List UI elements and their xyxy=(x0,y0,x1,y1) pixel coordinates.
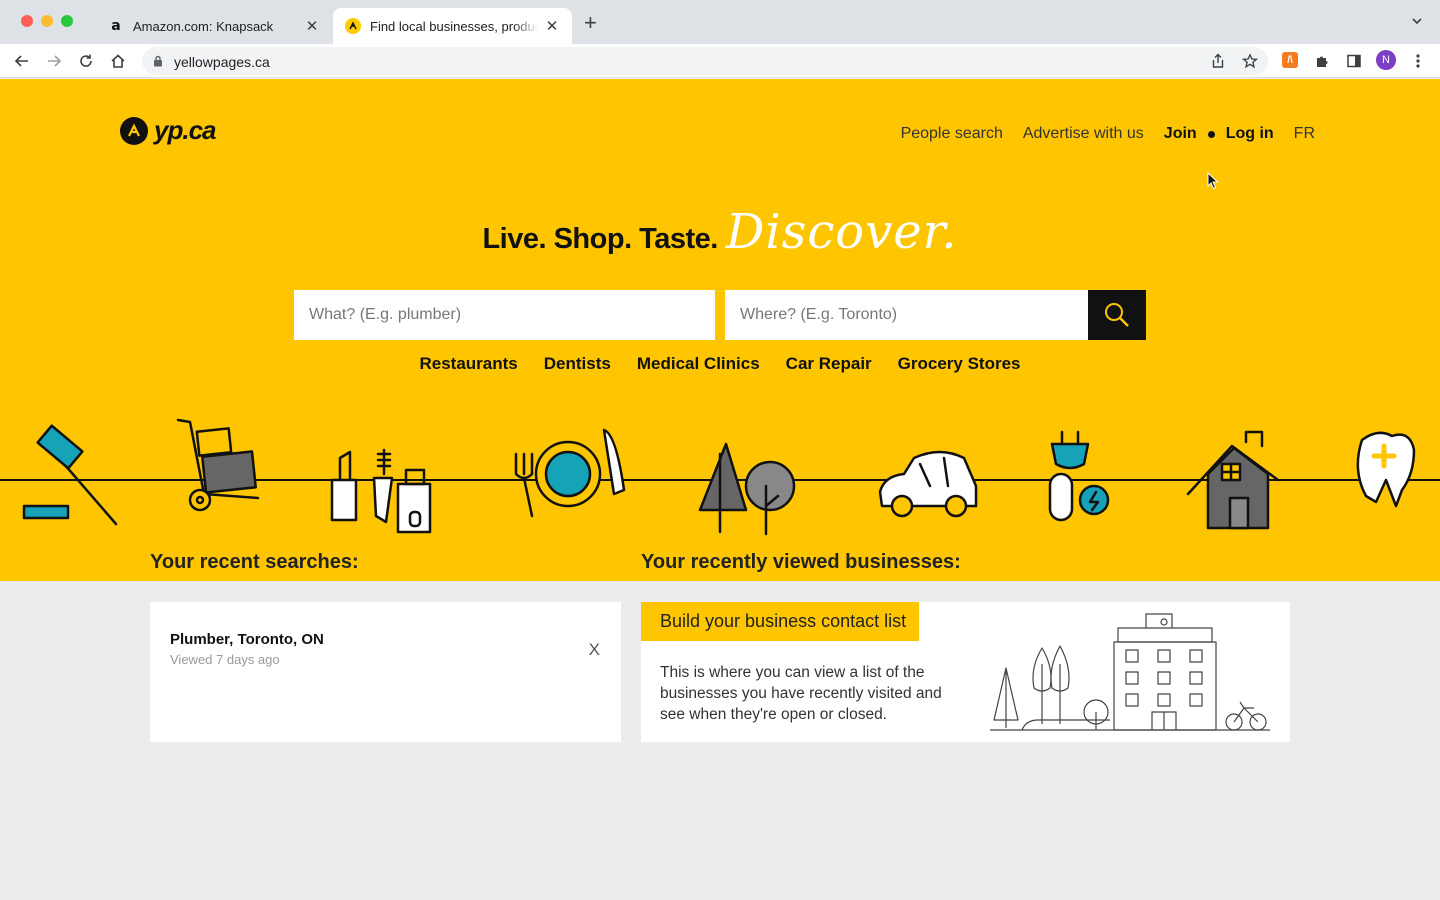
logo-text: yp.ca xyxy=(154,115,216,145)
recent-businesses-title: Your recently viewed businesses: xyxy=(641,551,961,573)
recent-search-card[interactable]: Plumber, Toronto, ON Viewed 7 days ago X xyxy=(150,602,621,742)
tab-amazon[interactable]: a Amazon.com: Knapsack ✕ xyxy=(96,8,332,44)
reload-icon[interactable] xyxy=(76,51,96,71)
remove-search-button[interactable]: X xyxy=(589,640,600,660)
hero-tagline: Live. Shop. Taste. Discover. xyxy=(0,204,1440,260)
power-plug-icon xyxy=(1048,430,1110,522)
login-link[interactable]: Log in xyxy=(1226,125,1274,143)
category-medical-clinics[interactable]: Medical Clinics xyxy=(637,354,760,374)
yp-arrow-icon xyxy=(120,116,148,145)
where-search-input[interactable] xyxy=(725,290,1088,340)
tagline-script: Discover. xyxy=(725,204,958,260)
back-arrow-icon[interactable] xyxy=(12,51,32,71)
yp-logo[interactable]: yp.ca xyxy=(120,115,216,146)
browser-menu-icon[interactable] xyxy=(1408,51,1428,71)
category-car-repair[interactable]: Car Repair xyxy=(786,354,872,374)
category-dentists[interactable]: Dentists xyxy=(544,354,611,374)
recent-search-viewed: Viewed 7 days ago xyxy=(170,652,280,667)
side-panel-icon[interactable] xyxy=(1344,51,1364,71)
mouse-cursor-icon xyxy=(1207,172,1219,190)
tab-yellowpages[interactable]: Find local businesses, products ✕ xyxy=(333,8,572,44)
city-building-illustration xyxy=(990,613,1270,731)
join-link[interactable]: Join xyxy=(1164,125,1197,143)
what-search-input[interactable] xyxy=(294,290,715,340)
tab-close-icon[interactable]: ✕ xyxy=(304,17,320,35)
tab-title: Amazon.com: Knapsack xyxy=(133,18,274,34)
url-text[interactable]: yellowpages.ca xyxy=(174,54,270,70)
house-icon xyxy=(1186,430,1280,530)
forward-arrow-icon[interactable] xyxy=(44,51,64,71)
share-icon[interactable] xyxy=(1208,51,1228,71)
bookmark-star-icon[interactable] xyxy=(1240,51,1260,71)
profile-avatar[interactable]: N xyxy=(1376,50,1396,70)
yp-icon xyxy=(345,18,361,34)
hero-illustration xyxy=(0,418,1440,536)
hand-truck-icon xyxy=(176,418,260,512)
tooth-icon xyxy=(1356,431,1416,508)
people-search-link[interactable]: People search xyxy=(901,125,1003,143)
tab-search-chevron-icon[interactable] xyxy=(1410,14,1424,28)
advertise-link[interactable]: Advertise with us xyxy=(1023,125,1144,143)
browser-toolbar: yellowpages.ca xyxy=(0,44,1440,78)
extensions-puzzle-icon[interactable] xyxy=(1312,51,1332,71)
recent-businesses-description: This is where you can view a list of the… xyxy=(660,664,942,723)
browser-tab-bar: a Amazon.com: Knapsack ✕ Find local busi… xyxy=(0,0,1440,44)
tab-title: Find local businesses, products xyxy=(370,18,538,34)
tagline-bold: Live. Shop. Taste. xyxy=(482,223,718,255)
restaurant-plate-icon xyxy=(514,428,626,518)
hero-section: yp.ca People search Advertise with us Jo… xyxy=(0,79,1440,581)
category-grocery-stores[interactable]: Grocery Stores xyxy=(898,354,1021,374)
nav-separator-dot xyxy=(1207,130,1215,138)
maximize-window-button[interactable] xyxy=(61,15,73,27)
language-toggle[interactable]: FR xyxy=(1294,125,1315,143)
home-icon[interactable] xyxy=(108,51,128,71)
makeup-icon xyxy=(330,448,432,534)
recent-search-query[interactable]: Plumber, Toronto, ON xyxy=(170,631,324,648)
popular-categories: Restaurants Dentists Medical Clinics Car… xyxy=(0,354,1440,374)
lock-icon[interactable] xyxy=(153,55,163,67)
car-icon xyxy=(878,450,978,518)
extension-icon[interactable]: /\ xyxy=(1282,52,1298,68)
category-restaurants[interactable]: Restaurants xyxy=(420,354,518,374)
build-contact-list-banner: Build your business contact list xyxy=(641,602,919,641)
gavel-icon xyxy=(22,424,118,526)
close-window-button[interactable] xyxy=(21,15,33,27)
amazon-a-icon: a xyxy=(111,18,121,34)
top-nav: People search Advertise with us Join Log… xyxy=(881,125,1315,143)
trees-icon xyxy=(698,442,796,536)
tab-close-icon[interactable]: ✕ xyxy=(544,17,560,35)
recent-searches-title: Your recent searches: xyxy=(150,551,359,573)
minimize-window-button[interactable] xyxy=(41,15,53,27)
search-button[interactable] xyxy=(1088,290,1146,340)
recent-businesses-card: Build your business contact list This is… xyxy=(641,602,1290,742)
new-tab-button[interactable]: + xyxy=(584,12,597,34)
address-bar[interactable]: yellowpages.ca xyxy=(142,47,1268,75)
search-icon xyxy=(1105,303,1129,327)
